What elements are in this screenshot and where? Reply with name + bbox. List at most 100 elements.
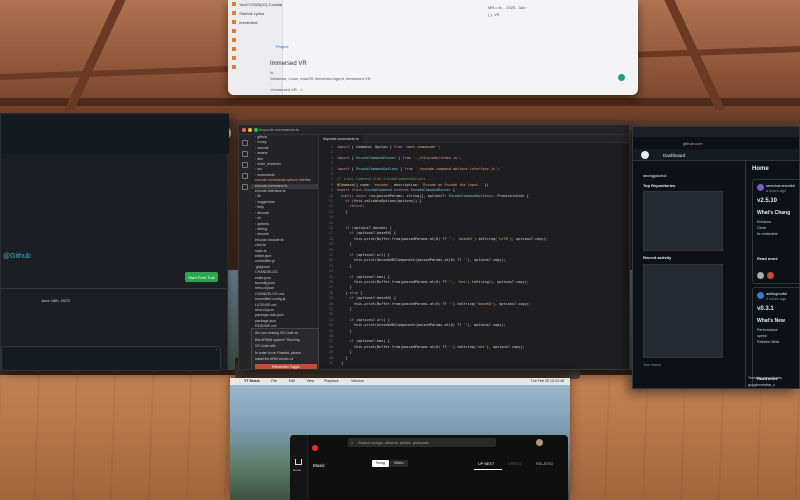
tab-lyrics[interactable]: LYRICS xyxy=(508,462,521,466)
tab-up-next[interactable]: UP NEXT xyxy=(478,462,494,466)
code-token: if xyxy=(337,199,350,203)
github-link[interactable]: @Github xyxy=(3,253,31,260)
code-line: 18 this.print(Buffer.from(passedParams.a… xyxy=(319,236,629,242)
debug-icon[interactable] xyxy=(242,173,248,179)
doc-heading: Immersed VR xyxy=(270,61,307,67)
line-number: 27 xyxy=(328,285,333,290)
line-number: 25 xyxy=(328,274,333,279)
code-line: 2 xyxy=(319,150,629,155)
code-token: this.print(Buffer.from(passedParams.at(0… xyxy=(337,344,449,349)
comment-input[interactable] xyxy=(1,346,221,371)
document-window[interactable]: %x2/7/2025(07)-Cooldah Sherlok Lyrics Im… xyxy=(228,0,638,95)
segment-song[interactable]: Song xyxy=(372,460,389,467)
author[interactable]: addingtoolkit xyxy=(766,292,787,296)
search-icon[interactable] xyxy=(242,151,248,157)
line-number: 35 xyxy=(328,328,333,333)
left-window-header xyxy=(1,114,229,154)
line-number: 15 xyxy=(328,220,333,225)
start-trial-button[interactable]: Start Free Trial xyxy=(185,272,218,282)
date-label: June 18th, 2023 xyxy=(41,298,70,303)
menubar-item[interactable]: Playback xyxy=(324,379,339,383)
code-line: 28 } else { xyxy=(319,291,629,296)
line-number: 33 xyxy=(328,317,333,322)
minimize-icon[interactable] xyxy=(248,128,252,132)
code-token: ).toString( xyxy=(473,236,498,241)
code-token: } xyxy=(337,285,352,290)
doc-text-lines: MR.o ts .. 2025 . 3Ae · ( ), VR . xyxy=(268,4,638,18)
tab-encode-command[interactable]: tinycode.commands.ts xyxy=(319,135,363,143)
menubar-item[interactable]: Window xyxy=(351,379,364,383)
note-icon xyxy=(232,11,236,15)
code-line: 12 return; xyxy=(319,204,629,209)
yt-music-app[interactable]: Home Music Search songs, albums, artists… xyxy=(290,435,568,500)
code-token: ({ name: xyxy=(353,182,373,187)
code-token: this.print(decodeURIComponent(passedPara… xyxy=(337,258,464,263)
segment-video[interactable]: Video xyxy=(390,460,408,467)
code-token: this.print(Buffer.from(passedParams.at(0… xyxy=(337,236,449,241)
code-token: 'encode' xyxy=(372,182,390,187)
version[interactable]: v2.5.10 xyxy=(757,198,777,204)
username[interactable]: seongjukchoi xyxy=(643,173,666,178)
left-browser-window[interactable]: @Github Start Free Trial June 18th, 2023… xyxy=(0,113,229,371)
tab-related[interactable]: RELATED xyxy=(536,462,553,466)
version[interactable]: v0.3.1 xyxy=(757,306,774,312)
input-icon[interactable]: ◔ xyxy=(215,347,217,352)
code-line: 4 xyxy=(319,161,629,166)
home-icon[interactable] xyxy=(295,459,302,465)
code-token: return xyxy=(337,204,363,209)
avatar[interactable] xyxy=(536,439,543,446)
github-logo-icon[interactable] xyxy=(641,151,649,159)
bullet: speed xyxy=(757,334,767,338)
code-editor[interactable]: 1 import { Command, Option } from 'nest-c… xyxy=(319,143,629,369)
close-icon[interactable] xyxy=(242,128,246,132)
code-token: EncodeCommandOptions xyxy=(448,193,491,198)
code-token: run xyxy=(366,193,375,198)
trending-item[interactable]: googlecreative_c xyxy=(748,383,775,387)
sidebar-item[interactable] xyxy=(228,27,282,36)
code-token: ), options?.copy); xyxy=(467,323,506,328)
code-token: } xyxy=(337,328,352,333)
address-bar[interactable]: github.com xyxy=(683,141,703,146)
code-token: ), options?.copy); xyxy=(492,301,531,306)
code-token: this.print(Buffer.from(passedParams.at(0… xyxy=(337,280,449,284)
code-token: export class xyxy=(337,188,363,193)
note-icon xyxy=(232,56,236,60)
divider xyxy=(1,288,229,289)
menubar-item[interactable]: YT Music xyxy=(244,379,260,383)
explorer-icon[interactable] xyxy=(242,140,248,146)
sidebar-item[interactable] xyxy=(228,45,282,54)
github-window[interactable]: github.com Dashboard seongjukchoi Top Re… xyxy=(632,126,800,389)
source-control-icon[interactable] xyxy=(242,162,248,168)
code-line: 24 xyxy=(319,269,629,274)
code-token: (passedParams: string[], options?: xyxy=(374,193,449,198)
notification-button[interactable]: Remember Toggle xyxy=(255,364,317,369)
code-line: 36 xyxy=(319,334,629,339)
code-token: , description: xyxy=(389,182,422,187)
code-token: ; xyxy=(459,155,462,160)
read-more-link[interactable]: Read more xyxy=(757,256,778,261)
menubar-item[interactable]: Edit xyxy=(289,379,295,383)
code-line: 14 xyxy=(319,215,629,220)
sidebar-item[interactable] xyxy=(228,36,282,45)
time: 2 hours ago xyxy=(766,297,787,301)
top-repos-heading: Top Repositories xyxy=(643,183,676,188)
extensions-icon[interactable] xyxy=(242,184,248,190)
line-number: 24 xyxy=(328,269,333,274)
menubar-item[interactable]: View xyxy=(306,379,314,383)
vscode-window[interactable]: tinycode.commands.ts githubhuskyvscodeas… xyxy=(238,124,630,370)
sidebar-item[interactable]: Immersive xyxy=(228,18,282,27)
release-card[interactable]: semcharnetoolkit a hours ago v2.5.10 Wha… xyxy=(752,179,799,284)
doc-paragraph: ( ), VR . xyxy=(488,12,502,17)
release-card[interactable]: addingtoolkit 2 hours ago v0.3.1 What's … xyxy=(752,287,799,388)
author[interactable]: semcharnetoolkit xyxy=(766,184,795,188)
file-tree-item[interactable]: encode.commands.options.interfac xyxy=(251,178,318,183)
bullet: Performance xyxy=(757,328,778,332)
menubar-item[interactable]: File xyxy=(271,379,277,383)
yt-music-logo[interactable]: Music xyxy=(312,439,326,468)
maximize-icon[interactable] xyxy=(254,128,258,132)
home-label[interactable]: Home xyxy=(293,468,301,472)
doc-action-icon[interactable] xyxy=(618,74,625,81)
sidebar-tag[interactable]: Project xyxy=(276,44,288,49)
search-input[interactable]: Search songs, albums, artists, podcasts xyxy=(348,438,496,447)
line-number: 19 xyxy=(328,242,333,247)
